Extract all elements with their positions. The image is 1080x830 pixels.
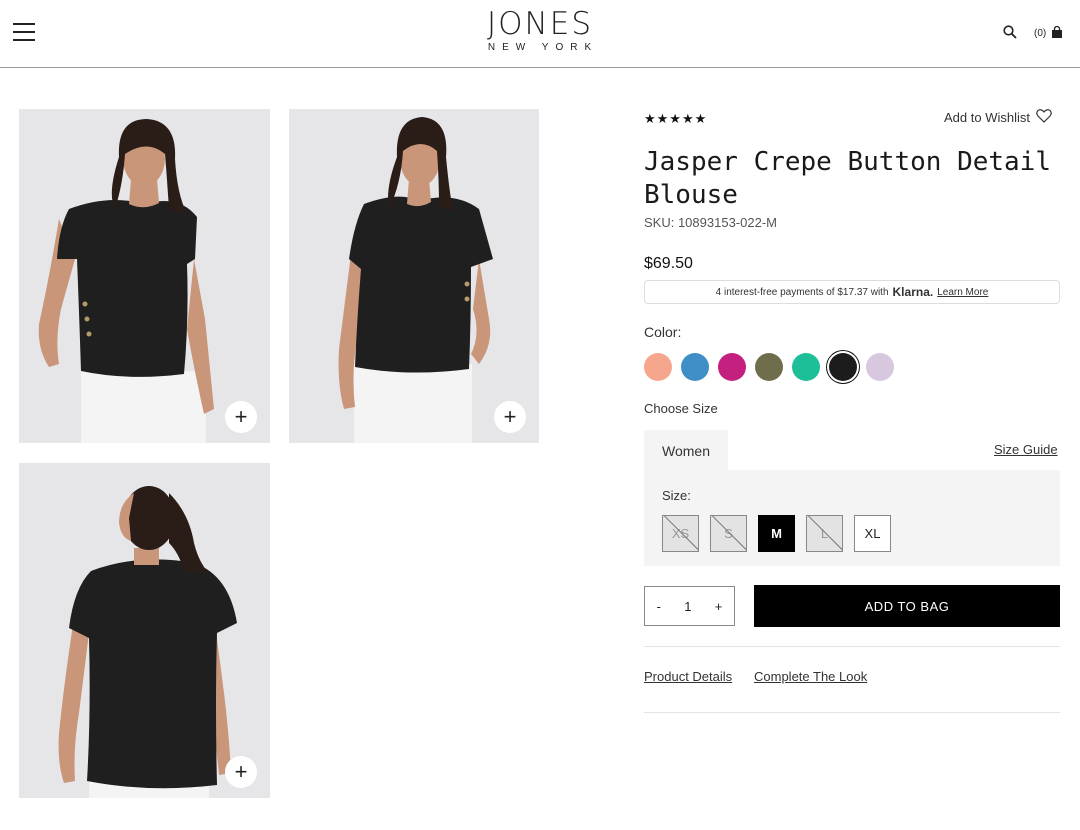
cart-count: (0) xyxy=(1034,28,1047,39)
color-swatch[interactable] xyxy=(718,353,746,381)
klarna-text: 4 interest-free payments of $17.37 with xyxy=(715,286,889,298)
klarna-banner: 4 interest-free payments of $17.37 with … xyxy=(644,280,1060,304)
complete-the-look-link[interactable]: Complete The Look xyxy=(754,669,867,684)
logo-sub-text: NEW YORK xyxy=(487,42,599,53)
qty-increase-button[interactable]: + xyxy=(715,599,723,614)
product-image-side[interactable]: + xyxy=(289,109,539,443)
color-swatch[interactable] xyxy=(681,353,709,381)
product-image-back[interactable]: + xyxy=(19,463,270,798)
product-price: $69.50 xyxy=(644,255,693,272)
wishlist-label: Add to Wishlist xyxy=(944,110,1030,125)
add-to-wishlist-button[interactable]: Add to Wishlist xyxy=(944,109,1052,126)
klarna-logo: Klarna. xyxy=(892,285,934,299)
size-tab-women[interactable]: Women xyxy=(644,430,728,471)
heart-icon xyxy=(1036,109,1052,126)
zoom-plus-icon[interactable]: + xyxy=(494,401,526,433)
choose-size-label: Choose Size xyxy=(644,401,718,416)
product-sku: SKU: 10893153-022-M xyxy=(644,215,777,230)
size-option-l[interactable]: L xyxy=(806,515,843,552)
rating-stars[interactable]: ★★★★★ xyxy=(644,111,707,127)
size-option-xs[interactable]: XS xyxy=(662,515,699,552)
divider xyxy=(644,712,1060,713)
zoom-plus-icon[interactable]: + xyxy=(225,756,257,788)
color-swatch[interactable] xyxy=(755,353,783,381)
zoom-plus-icon[interactable]: + xyxy=(225,401,257,433)
site-header: JONES NEW YORK (0) xyxy=(0,0,1080,68)
add-to-bag-button[interactable]: ADD TO BAG xyxy=(754,585,1060,627)
size-label: Size: xyxy=(662,488,691,503)
size-option-xl[interactable]: XL xyxy=(854,515,891,552)
size-guide-link[interactable]: Size Guide xyxy=(994,442,1058,457)
quantity-stepper: - 1 + xyxy=(644,586,735,626)
product-details-link[interactable]: Product Details xyxy=(644,669,732,684)
qty-value[interactable]: 1 xyxy=(684,599,691,614)
size-panel xyxy=(644,470,1060,566)
color-swatch[interactable] xyxy=(829,353,857,381)
color-swatch[interactable] xyxy=(792,353,820,381)
bag-icon xyxy=(1051,25,1063,41)
qty-decrease-button[interactable]: - xyxy=(657,599,661,614)
color-swatch[interactable] xyxy=(644,353,672,381)
brand-logo[interactable]: JONES NEW YORK xyxy=(0,6,1080,54)
size-option-m[interactable]: M xyxy=(758,515,795,552)
product-image-front[interactable]: + xyxy=(19,109,270,443)
color-label: Color: xyxy=(644,324,682,340)
color-swatch[interactable] xyxy=(866,353,894,381)
divider xyxy=(644,646,1060,647)
logo-main-text: JONES xyxy=(487,6,593,42)
klarna-learn-more-link[interactable]: Learn More xyxy=(937,287,988,298)
size-option-s[interactable]: S xyxy=(710,515,747,552)
search-icon[interactable] xyxy=(1003,25,1017,39)
cart-button[interactable]: (0) xyxy=(1034,25,1063,41)
product-title: Jasper Crepe Button Detail Blouse xyxy=(644,147,1051,210)
